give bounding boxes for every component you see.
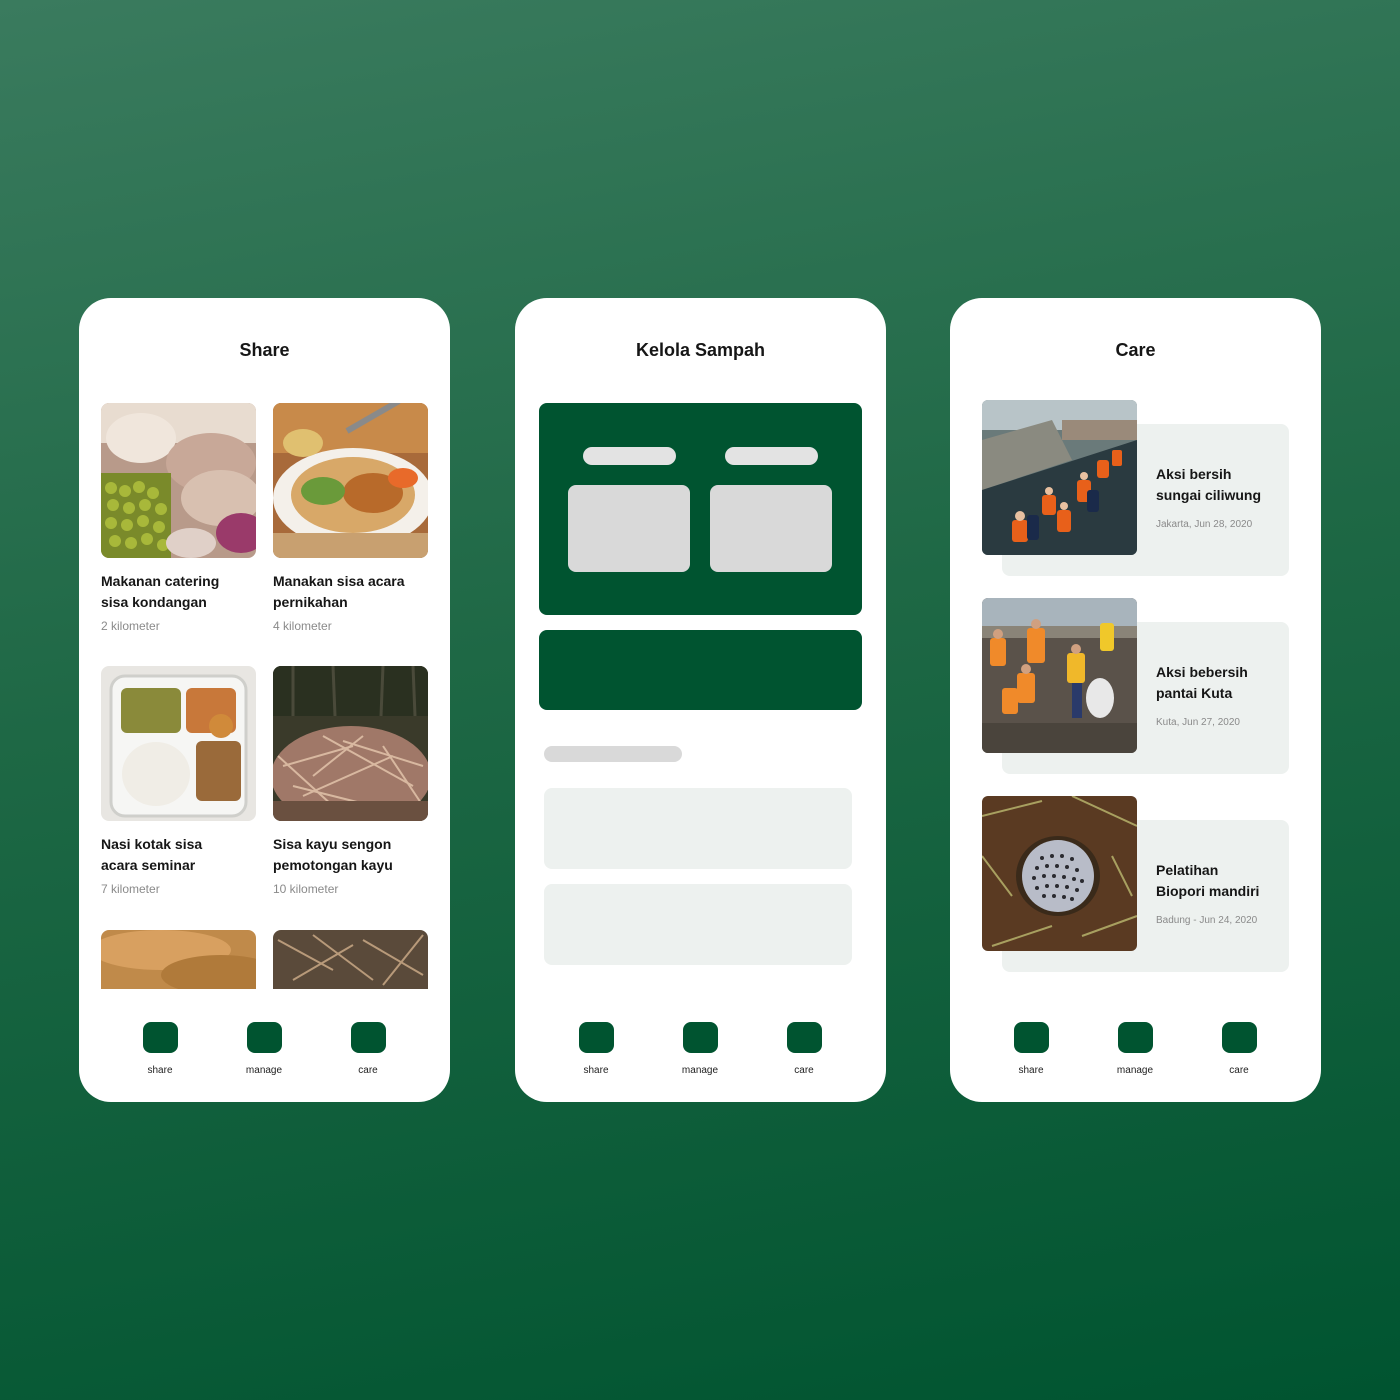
label-placeholder [725,447,818,465]
manage-icon [246,1022,282,1053]
event-title: Aksi bersih sungai ciliwung [1156,466,1262,503]
event-photo [982,598,1137,753]
care-screen: Care Aksi bersih sungai ciliwung Jakarta… [950,298,1321,1102]
share-icon [1013,1022,1049,1053]
share-icon [142,1022,178,1053]
nav-manage[interactable]: manage [670,1022,730,1076]
care-event[interactable]: Aksi bebersih pantai Kuta Kuta, Jun 27, 2… [950,598,1321,774]
item-photo [101,403,256,558]
item-name: Nasi kotak sisa acara seminar [101,836,203,873]
share-icon [578,1022,614,1053]
nav-share[interactable]: share [1001,1022,1061,1076]
event-meta: Badung - Jun 24, 2020 [1156,915,1258,926]
item-distance: 7 kilometer [101,882,160,896]
nav-manage[interactable]: manage [1105,1022,1165,1076]
event-title: Aksi bebersih pantai Kuta [1156,664,1248,701]
action-banner[interactable] [539,630,862,710]
care-icon [350,1022,386,1053]
care-event[interactable]: Aksi bersih sungai ciliwung Jakarta, Jun … [950,400,1321,576]
nav-share[interactable]: share [566,1022,626,1076]
share-item[interactable]: Makanan catering sisa kondangan 2 kilomet… [101,403,256,633]
bottom-nav: share manage care [515,1022,886,1092]
stat-card[interactable] [710,485,832,572]
share-item[interactable]: Sisa kayu sengon pemotongan kayu 10 kilom… [273,666,428,896]
bottom-nav: share manage care [950,1022,1321,1092]
event-photo [982,400,1137,555]
item-photo [101,666,256,821]
list-item[interactable] [544,788,852,869]
page-title: Kelola Sampah [635,340,766,360]
event-title: Pelatihan Biopori mandiri [1156,862,1260,899]
manage-icon [1117,1022,1153,1053]
summary-panel [539,403,862,615]
event-meta: Jakarta, Jun 28, 2020 [1156,519,1253,530]
item-photo-partial[interactable] [273,930,428,989]
item-name: Sisa kayu sengon pemotongan kayu [273,836,393,873]
item-photo-partial[interactable] [101,930,256,989]
section-heading-placeholder [544,746,682,762]
event-meta: Kuta, Jun 27, 2020 [1156,717,1240,728]
share-item[interactable]: Nasi kotak sisa acara seminar 7 kilometer [101,666,256,896]
event-photo [982,796,1137,951]
share-screen: Share Makanan catering sisa kondangan 2 … [79,298,450,1102]
item-distance: 10 kilometer [273,882,339,896]
share-item[interactable]: Manakan sisa acara pernikahan 4 kilometer [273,403,428,633]
bottom-nav: share manage care [79,1022,450,1092]
item-name: Makanan catering sisa kondangan [101,573,220,610]
item-distance: 4 kilometer [273,619,332,633]
care-icon [1221,1022,1257,1053]
item-distance: 2 kilometer [101,619,160,633]
manage-screen: Kelola Sampah share manage care [515,298,886,1102]
nav-care[interactable]: care [774,1022,834,1076]
label-placeholder [583,447,676,465]
nav-share[interactable]: share [130,1022,190,1076]
item-photo [273,666,428,821]
care-icon [786,1022,822,1053]
nav-care[interactable]: care [1209,1022,1269,1076]
manage-icon [682,1022,718,1053]
nav-care[interactable]: care [338,1022,398,1076]
stat-card[interactable] [568,485,690,572]
care-event[interactable]: Pelatihan Biopori mandiri Badung - Jun 24… [950,796,1321,972]
nav-manage[interactable]: manage [234,1022,294,1076]
list-item[interactable] [544,884,852,965]
page-title: Share [239,340,290,360]
page-title: Care [1115,340,1156,360]
item-photo [273,403,428,558]
item-name: Manakan sisa acara pernikahan [273,573,405,610]
